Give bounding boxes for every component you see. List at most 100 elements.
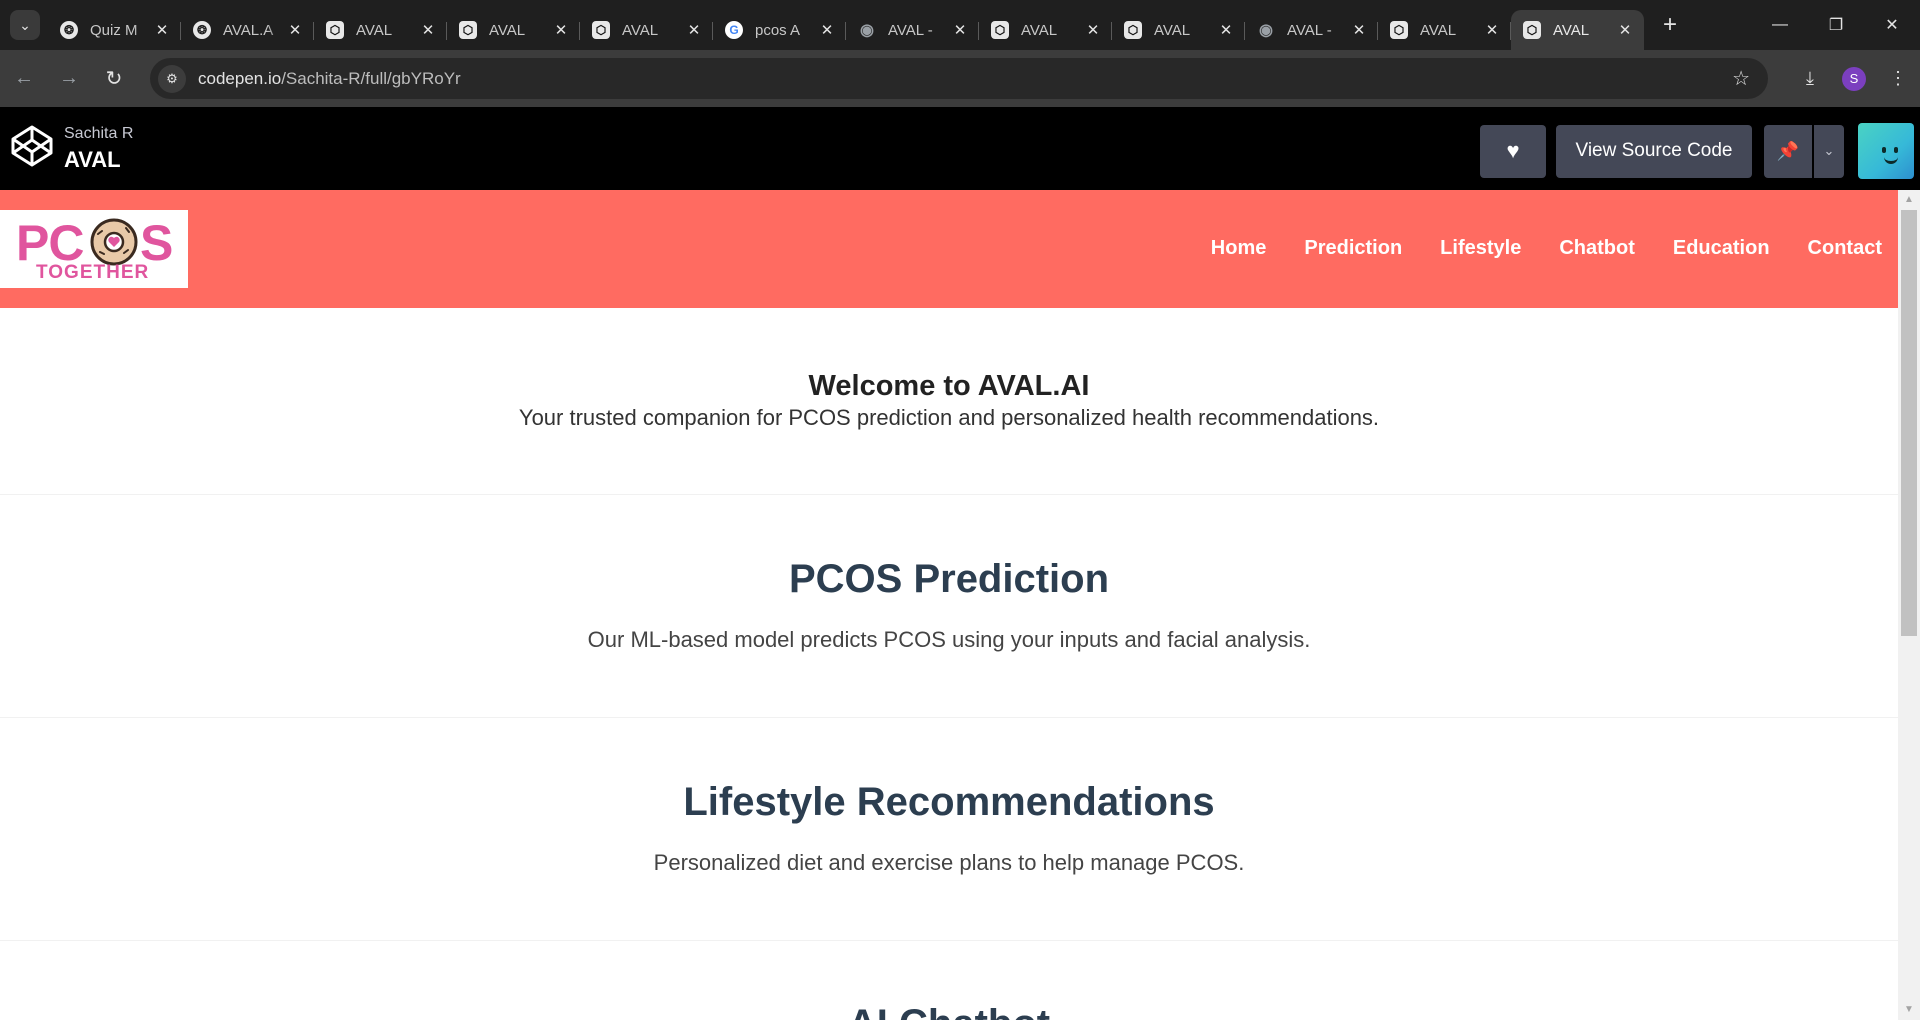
- tab-title: AVAL: [622, 21, 659, 39]
- globe-icon: ◉: [1259, 22, 1273, 39]
- tab-title: Quiz M: [90, 21, 138, 39]
- profile-avatar: S: [1842, 66, 1866, 91]
- browser-tab[interactable]: ◉ AVAL - ✕: [1245, 10, 1378, 50]
- tab-title: AVAL.A: [223, 21, 274, 39]
- section-title-prediction: PCOS Prediction: [788, 557, 1110, 601]
- site-info-icon[interactable]: ⚙: [158, 64, 186, 93]
- browser-tab[interactable]: ◉ AVAL - ✕: [846, 10, 979, 50]
- chatgpt-icon: ❂: [60, 21, 78, 39]
- minimize-icon[interactable]: —: [1752, 0, 1808, 50]
- close-icon[interactable]: ✕: [1217, 21, 1235, 39]
- nav-link-home[interactable]: Home: [1211, 237, 1267, 260]
- section-text-lifestyle: Personalized diet and exercise plans to …: [653, 850, 1245, 875]
- tab-title: AVAL -: [888, 21, 933, 39]
- avatar-eye: [1894, 147, 1898, 153]
- page-scrollbar[interactable]: ▲ ▼: [1898, 190, 1920, 1020]
- pen-author[interactable]: Sachita R: [64, 125, 133, 143]
- nav-link-lifestyle[interactable]: Lifestyle: [1440, 237, 1521, 260]
- section-title-chatbot: AI Chatbot: [0, 1002, 1898, 1020]
- browser-tab[interactable]: ⬡ AVAL ✕: [1112, 10, 1245, 50]
- section-text-prediction: Our ML-based model predicts PCOS using y…: [587, 627, 1311, 652]
- restore-icon[interactable]: ❐: [1808, 0, 1864, 50]
- tab-title: AVAL: [1420, 21, 1457, 39]
- url-text[interactable]: codepen.io/Sachita-R/full/gbYRoYr: [198, 69, 461, 89]
- section-divider: [0, 717, 1898, 718]
- close-icon[interactable]: ✕: [286, 21, 304, 39]
- codepen-icon: ⬡: [1124, 21, 1142, 39]
- nav-link-chatbot[interactable]: Chatbot: [1559, 237, 1635, 260]
- profile-button[interactable]: S: [1832, 57, 1876, 101]
- close-icon[interactable]: ✕: [951, 21, 969, 39]
- browser-tab[interactable]: ⬡ AVAL ✕: [580, 10, 713, 50]
- logo-text-together: TOGETHER: [36, 262, 150, 283]
- close-icon[interactable]: ✕: [1084, 21, 1102, 39]
- close-icon[interactable]: ✕: [1616, 21, 1634, 39]
- section-divider: [0, 494, 1898, 495]
- pin-button[interactable]: 📌: [1764, 124, 1812, 178]
- tab-title: AVAL: [1021, 21, 1058, 39]
- toolbar-actions: ⤓ S ⋮: [1788, 50, 1920, 107]
- nav-link-education[interactable]: Education: [1673, 237, 1770, 260]
- user-avatar[interactable]: [1858, 123, 1914, 179]
- url-path: /Sachita-R/full/gbYRoYr: [281, 68, 461, 88]
- tab-search-button[interactable]: ⌄: [10, 10, 40, 40]
- avatar-eye: [1882, 147, 1886, 153]
- scrollbar-thumb[interactable]: [1901, 210, 1917, 636]
- google-icon: G: [725, 21, 743, 39]
- bookmark-star-icon[interactable]: ☆: [1732, 66, 1750, 91]
- reload-icon[interactable]: ↻: [93, 58, 135, 100]
- tab-title: AVAL -: [1287, 21, 1332, 39]
- scroll-down-icon[interactable]: ▼: [1898, 1002, 1920, 1018]
- nav-link-prediction[interactable]: Prediction: [1304, 237, 1402, 260]
- url-domain: codepen.io: [198, 68, 282, 88]
- tab-title: AVAL: [489, 21, 526, 39]
- heart-button[interactable]: ♥: [1480, 124, 1546, 178]
- scroll-up-icon[interactable]: ▲: [1898, 192, 1920, 208]
- view-source-button[interactable]: View Source Code: [1556, 124, 1752, 178]
- avatar-mouth: [1884, 157, 1898, 164]
- site-navbar: PC S TOGETHER Home Prediction Lifestyle …: [0, 190, 1898, 308]
- back-arrow-icon[interactable]: ←: [3, 58, 45, 100]
- close-window-icon[interactable]: ✕: [1864, 0, 1920, 50]
- browser-tab[interactable]: ⬡ AVAL ✕: [314, 10, 447, 50]
- close-icon[interactable]: ✕: [1483, 21, 1501, 39]
- browser-tabstrip: ⌄ ❂ Quiz M ✕ ❂ AVAL.A ✕ ⬡ AVAL ✕ ⬡ AVAL ✕ ⬡ AVAL ✕…: [0, 0, 1920, 50]
- heart-icon: ♥: [1506, 138, 1520, 163]
- hero-subtitle: Your trusted companion for PCOS predicti…: [518, 405, 1380, 430]
- codepen-icon: ⬡: [459, 21, 477, 39]
- browser-tab-active[interactable]: ⬡ AVAL ✕: [1511, 10, 1644, 50]
- nav-link-contact[interactable]: Contact: [1808, 237, 1882, 260]
- more-menu-icon[interactable]: ⋮: [1876, 57, 1920, 101]
- close-icon[interactable]: ✕: [419, 21, 437, 39]
- codepen-header: Sachita R AVAL ♥ View Source Code 📌 ⌄: [0, 107, 1920, 190]
- browser-tab[interactable]: ❂ AVAL.A ✕: [181, 10, 314, 50]
- globe-icon: ◉: [860, 22, 874, 39]
- pin-dropdown-button[interactable]: ⌄: [1814, 124, 1844, 178]
- browser-tab[interactable]: ⬡ AVAL ✕: [447, 10, 580, 50]
- close-icon[interactable]: ✕: [685, 21, 703, 39]
- browser-tab[interactable]: ⬡ AVAL ✕: [979, 10, 1112, 50]
- codepen-icon: ⬡: [592, 21, 610, 39]
- codepen-icon: ⬡: [1390, 21, 1408, 39]
- section-divider: [0, 940, 1898, 941]
- window-controls: — ❐ ✕: [1752, 0, 1920, 50]
- site-nav-links: Home Prediction Lifestyle Chatbot Educat…: [1173, 237, 1882, 260]
- hero-title: Welcome to AVAL.AI: [808, 370, 1090, 402]
- forward-arrow-icon[interactable]: →: [48, 58, 90, 100]
- tab-title: pcos A: [755, 21, 801, 39]
- address-bar[interactable]: ⚙ codepen.io/Sachita-R/full/gbYRoYr ☆: [150, 58, 1768, 99]
- codepen-icon: ⬡: [991, 21, 1009, 39]
- browser-tab[interactable]: Gpcos A ✕: [713, 10, 846, 50]
- download-icon[interactable]: ⤓: [1788, 57, 1832, 101]
- site-logo[interactable]: PC S TOGETHER: [0, 210, 188, 288]
- new-tab-button[interactable]: +: [1654, 9, 1686, 41]
- browser-tab[interactable]: ⬡ AVAL ✕: [1378, 10, 1511, 50]
- tab-title: AVAL: [356, 21, 393, 39]
- close-icon[interactable]: ✕: [153, 21, 171, 39]
- browser-tab[interactable]: ❂ Quiz M ✕: [48, 10, 181, 50]
- pen-title: AVAL: [64, 147, 121, 172]
- close-icon[interactable]: ✕: [552, 21, 570, 39]
- close-icon[interactable]: ✕: [818, 21, 836, 39]
- close-icon[interactable]: ✕: [1350, 21, 1368, 39]
- codepen-logo-icon[interactable]: [10, 124, 54, 168]
